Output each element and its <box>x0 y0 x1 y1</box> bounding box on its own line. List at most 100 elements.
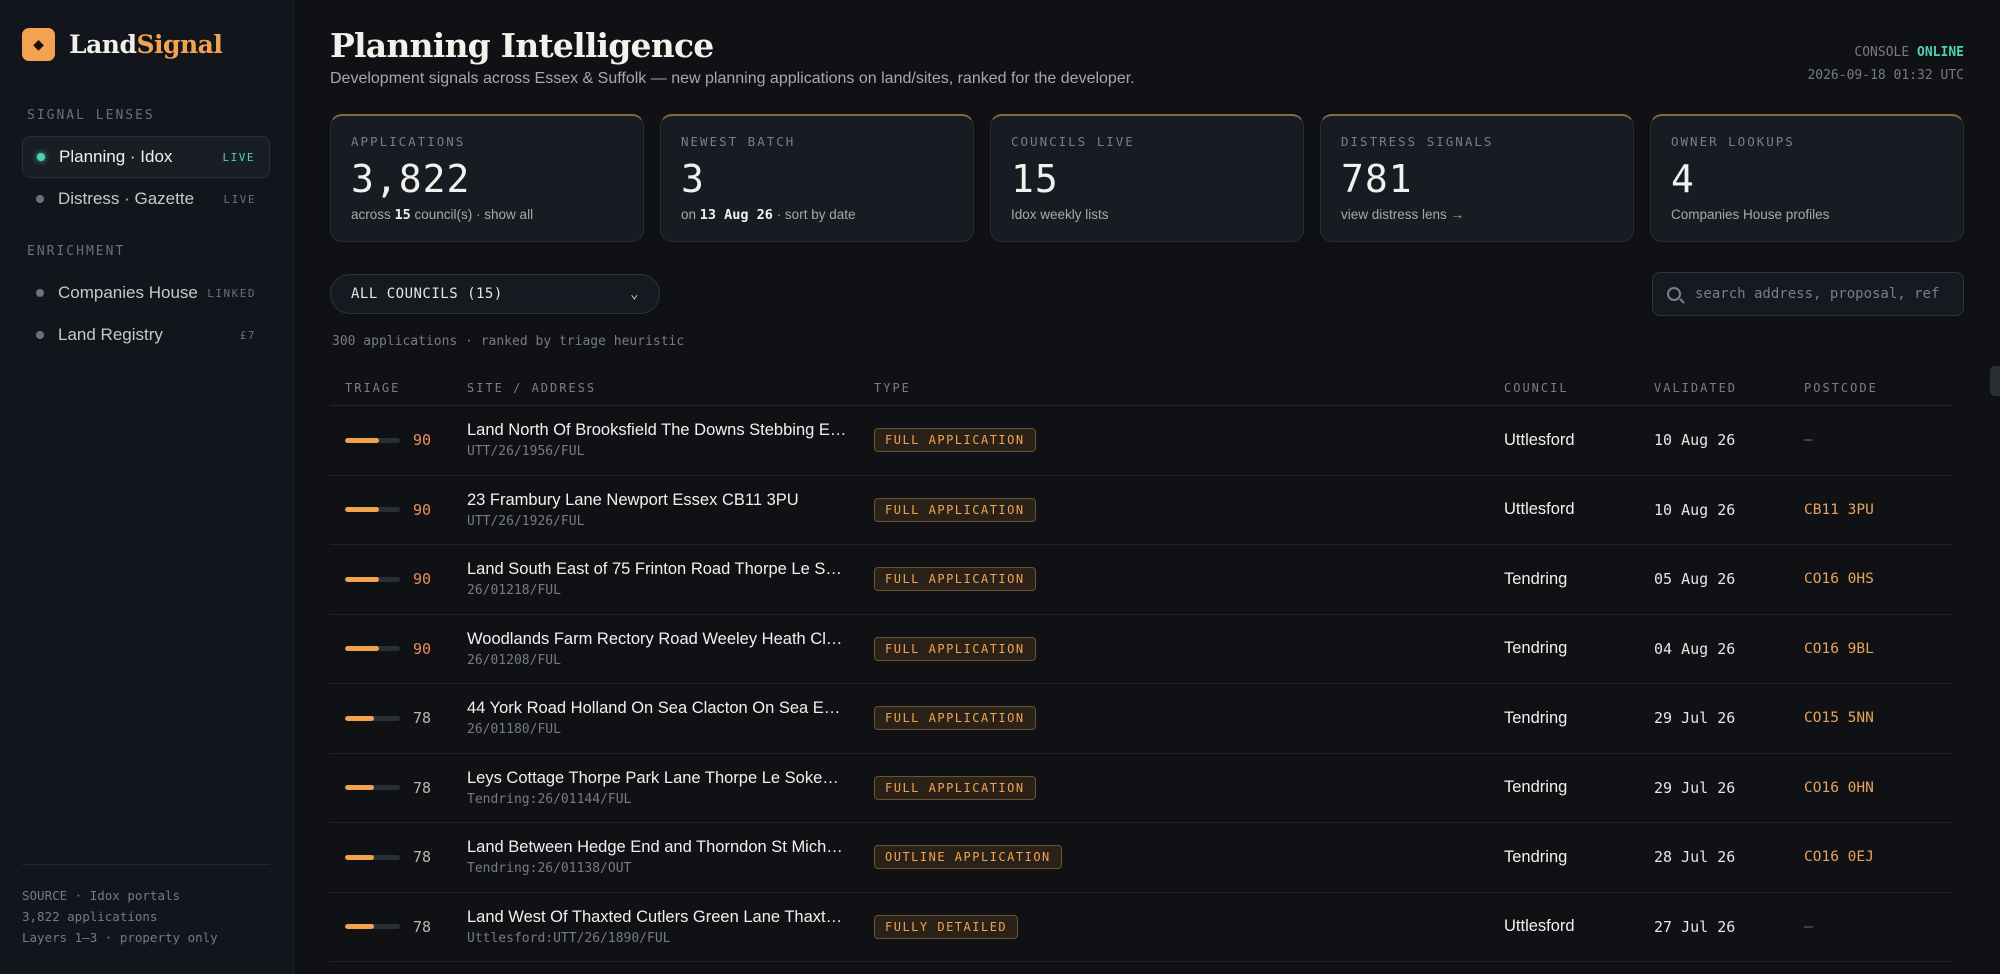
site-address: Land South East of 75 Frinton Road Thorp… <box>467 560 847 579</box>
application-ref: 26/01208/FUL <box>467 652 561 668</box>
table-row[interactable]: 90 Land South East of 75 Frinton Road Th… <box>330 545 1952 615</box>
brand-name: LandSignal <box>69 30 223 59</box>
chevron-down-icon: ⌄ <box>630 286 639 302</box>
triage-bar <box>345 854 400 860</box>
type-cell: FULL APPLICATION <box>874 497 1504 522</box>
col-header-postcode[interactable]: POSTCODE <box>1804 381 1952 395</box>
search-input[interactable] <box>1695 286 1949 302</box>
stat-desc-pre: Companies House profiles <box>1671 207 1830 222</box>
sidebar-item-tag: £7 <box>239 328 256 342</box>
stat-distress-signals[interactable]: DISTRESS SIGNALS 781 view distress lens … <box>1320 114 1634 242</box>
site-cell: Land Between Hedge End and Thorndon St M… <box>467 838 874 876</box>
triage-score: 90 <box>413 570 432 589</box>
sidebar-item-tag: LIVE <box>222 150 255 164</box>
triage-cell: 78 <box>330 709 467 727</box>
col-header-site[interactable]: SITE / ADDRESS <box>467 381 874 395</box>
stat-newest-batch[interactable]: NEWEST BATCH 3 on 13 Aug 26 · sort by da… <box>660 114 974 242</box>
triage-cell: 90 <box>330 431 467 449</box>
council-cell: Uttlesford <box>1504 917 1575 936</box>
type-cell: FULL APPLICATION <box>874 428 1504 453</box>
stat-desc-bold: 13 Aug 26 <box>699 207 773 223</box>
stat-desc-pre: across <box>351 207 395 222</box>
scrollbar-thumb[interactable] <box>1990 366 2000 396</box>
col-header-validated[interactable]: VALIDATED <box>1654 381 1804 395</box>
triage-cell: 90 <box>330 501 467 519</box>
col-header-type[interactable]: TYPE <box>874 381 1504 395</box>
application-ref: 26/01180/FUL <box>467 722 561 738</box>
type-badge: FULL APPLICATION <box>874 497 1036 522</box>
stat-owner-lookups[interactable]: OWNER LOOKUPS 4 Companies House profiles <box>1650 114 1964 242</box>
sidebar-item-land-registry[interactable]: Land Registry £7 <box>22 314 270 356</box>
stat-desc: Idox weekly lists <box>1011 207 1283 222</box>
triage-bar <box>345 646 400 652</box>
col-header-triage[interactable]: TRIAGE <box>330 381 467 395</box>
application-ref: UTT/26/1956/FUL <box>467 444 585 460</box>
validated-cell: 10 Aug 26 <box>1654 431 1736 450</box>
stat-desc-pre: on <box>681 207 700 222</box>
triage-bar <box>345 576 400 582</box>
stat-value: 4 <box>1671 157 1695 201</box>
table-row[interactable]: 90 Woodlands Farm Rectory Road Weeley He… <box>330 615 1952 684</box>
sidebar-item-label: Companies House <box>58 283 198 302</box>
site-address: Leys Cottage Thorpe Park Lane Thorpe Le … <box>467 768 847 787</box>
council-cell: Tendring <box>1504 778 1568 797</box>
sidebar-footer: SOURCE · Idox portals 3,822 applications… <box>22 864 270 948</box>
application-ref: 26/01218/FUL <box>467 583 561 599</box>
council-filter-select[interactable]: ALL COUNCILS (15) ⌄ <box>330 274 660 314</box>
stat-value: 15 <box>1011 157 1059 201</box>
site-cell: 44 York Road Holland On Sea Clacton On S… <box>467 699 874 737</box>
postcode-cell: CB11 3PU <box>1804 501 1874 518</box>
stat-desc: on 13 Aug 26 · sort by date <box>681 207 953 223</box>
application-ref: Tendring:26/01144/FUL <box>467 791 632 807</box>
stats-row: APPLICATIONS 3,822 across 15 council(s) … <box>330 114 1964 242</box>
council-cell: Tendring <box>1504 847 1568 866</box>
application-ref: UTT/26/1926/FUL <box>467 513 585 529</box>
triage-cell: 78 <box>330 918 467 936</box>
footer-count: 3,822 applications <box>22 909 158 924</box>
stat-desc-post: council(s) · show all <box>410 207 534 222</box>
brand[interactable]: ◆ LandSignal <box>22 28 223 61</box>
stat-desc-post: · sort by date <box>772 207 856 222</box>
postcode-cell: CO16 0HS <box>1804 571 1874 588</box>
stat-desc-bold: 15 <box>394 207 411 223</box>
council-cell: Uttlesford <box>1504 430 1575 449</box>
sidebar-item-planning-idox[interactable]: Planning · Idox LIVE <box>22 136 270 178</box>
col-header-council[interactable]: COUNCIL <box>1504 381 1654 395</box>
validated-cell: 28 Jul 26 <box>1654 848 1736 867</box>
status-badge: ONLINE <box>1917 45 1964 60</box>
postcode-cell: CO16 0HN <box>1804 779 1874 796</box>
table-row[interactable]: 78 Land West Of Thaxted Cutlers Green La… <box>330 893 1952 962</box>
table-row[interactable]: 78 44 York Road Holland On Sea Clacton O… <box>330 684 1952 754</box>
sidebar: ◆ LandSignal SIGNAL LENSES Planning · Id… <box>0 0 294 974</box>
site-address: Land West Of Thaxted Cutlers Green Lane … <box>467 907 847 926</box>
council-filter-label: ALL COUNCILS (15) <box>351 286 503 302</box>
console-label: CONSOLE <box>1854 45 1910 60</box>
sidebar-item-companies-house[interactable]: Companies House LINKED <box>22 272 270 314</box>
postcode-cell: — <box>1804 432 1813 449</box>
postcode-cell: CO16 9BL <box>1804 640 1874 657</box>
site-cell: Woodlands Farm Rectory Road Weeley Heath… <box>467 630 874 668</box>
table-row[interactable]: 78 Land Between Hedge End and Thorndon S… <box>330 823 1952 893</box>
triage-score: 78 <box>413 848 432 867</box>
table-row[interactable]: 90 23 Frambury Lane Newport Essex CB11 3… <box>330 476 1952 545</box>
triage-bar <box>345 715 400 721</box>
stat-applications[interactable]: APPLICATIONS 3,822 across 15 council(s) … <box>330 114 644 242</box>
stat-key: DISTRESS SIGNALS <box>1341 134 1494 149</box>
type-cell: FULL APPLICATION <box>874 567 1504 592</box>
section-signal-lenses: SIGNAL LENSES <box>27 108 155 123</box>
table-row[interactable]: 90 Land North Of Brooksfield The Downs S… <box>330 406 1952 476</box>
triage-cell: 78 <box>330 848 467 866</box>
search-icon <box>1667 287 1681 301</box>
triage-cell: 90 <box>330 640 467 658</box>
validated-cell: 29 Jul 26 <box>1654 709 1736 728</box>
site-cell: 23 Frambury Lane Newport Essex CB11 3PU … <box>467 491 874 529</box>
type-cell: FULL APPLICATION <box>874 636 1504 661</box>
site-cell: Leys Cottage Thorpe Park Lane Thorpe Le … <box>467 769 874 807</box>
sidebar-item-label: Distress · Gazette <box>58 189 195 208</box>
footer-layers: Layers 1–3 · property only <box>22 930 218 945</box>
site-address: Woodlands Farm Rectory Road Weeley Heath… <box>467 629 847 648</box>
stat-councils-live[interactable]: COUNCILS LIVE 15 Idox weekly lists <box>990 114 1304 242</box>
site-address: Land North Of Brooksfield The Downs Steb… <box>467 421 847 440</box>
table-row[interactable]: 78 Leys Cottage Thorpe Park Lane Thorpe … <box>330 754 1952 823</box>
sidebar-item-distress-gazette[interactable]: Distress · Gazette LIVE <box>22 178 270 220</box>
